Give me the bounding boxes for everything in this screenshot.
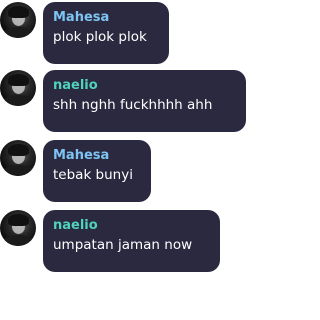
sender-name[interactable]: naelio [53,218,210,233]
avatar-shoulder [2,235,35,246]
chat-message: Mahesa plok plok plok [0,2,248,66]
avatar-hair [8,214,29,226]
avatar-shoulder [2,165,35,176]
chat-message: naelio umpatan jaman now [0,210,248,274]
sender-name[interactable]: Mahesa [53,10,159,25]
avatar-hair [8,74,29,86]
avatar-shoulder [2,27,35,38]
message-text: tebak bunyi [53,167,133,183]
avatar-hair [8,6,29,18]
avatar[interactable] [0,140,36,176]
avatar-shoulder [2,95,35,106]
message-text: umpatan jaman now [53,237,193,253]
message-bubble[interactable]: naelio shh nghh fuckhhhh ahh [43,70,246,132]
chat-message: naelio shh nghh fuckhhhh ahh [0,70,248,134]
message-text: plok plok plok [53,29,147,45]
message-bubble[interactable]: Mahesa tebak bunyi [43,140,151,202]
chat-message: Mahesa tebak bunyi [0,140,248,204]
message-bubble[interactable]: Mahesa plok plok plok [43,2,169,64]
sender-name[interactable]: Mahesa [53,148,141,163]
sender-name[interactable]: naelio [53,78,236,93]
avatar[interactable] [0,210,36,246]
message-text: shh nghh fuckhhhh ahh [53,97,213,113]
avatar-hair [8,144,29,156]
avatar[interactable] [0,2,36,38]
message-bubble[interactable]: naelio umpatan jaman now [43,210,220,272]
avatar[interactable] [0,70,36,106]
